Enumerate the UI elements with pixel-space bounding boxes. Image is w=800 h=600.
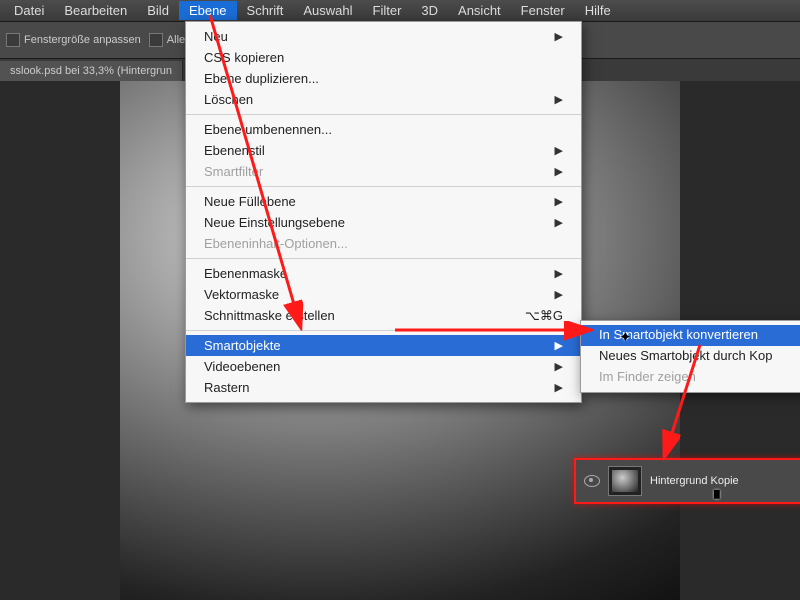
- menu-item[interactable]: Schnittmaske erstellen⌥⌘G: [186, 305, 581, 326]
- shortcut-label: ⌥⌘G: [525, 308, 563, 324]
- option-fit-window-label: Fenstergröße anpassen: [24, 34, 141, 46]
- submenu-arrow-icon: ▶: [555, 165, 563, 178]
- menu-item[interactable]: Vektormaske▶: [186, 284, 581, 305]
- submenu-arrow-icon: ▶: [555, 381, 563, 394]
- menubar: Datei Bearbeiten Bild Ebene Schrift Ausw…: [0, 0, 800, 22]
- visibility-eye-icon[interactable]: [584, 475, 600, 487]
- menu-bild[interactable]: Bild: [137, 1, 179, 20]
- menu-ansicht[interactable]: Ansicht: [448, 1, 511, 20]
- menu-filter[interactable]: Filter: [363, 1, 412, 20]
- layer-row-selected[interactable]: Hintergrund Kopie: [574, 458, 800, 504]
- checkbox-icon: [6, 33, 20, 47]
- menu-item[interactable]: CSS kopieren: [186, 47, 581, 68]
- cursor-icon: ▘: [714, 490, 726, 508]
- submenu-arrow-icon: ▶: [555, 288, 563, 301]
- submenu-arrow-icon: ▶: [555, 93, 563, 106]
- submenu-item[interactable]: In Smartobjekt konvertieren: [581, 325, 800, 346]
- menu-hilfe[interactable]: Hilfe: [575, 1, 621, 20]
- submenu-item: Im Finder zeigen: [581, 367, 800, 388]
- submenu-arrow-icon: ▶: [555, 216, 563, 229]
- menu-item[interactable]: Ebene umbenennen...: [186, 119, 581, 140]
- submenu-arrow-icon: ▶: [555, 267, 563, 280]
- document-tab-title: sslook.psd bei 33,3% (Hintergrun: [10, 65, 172, 77]
- menu-ebene-dropdown: Neu▶CSS kopierenEbene duplizieren...Lösc…: [185, 21, 582, 403]
- submenu-arrow-icon: ▶: [555, 360, 563, 373]
- menu-item: Ebeneninhalt-Optionen...: [186, 233, 581, 254]
- menu-item[interactable]: Ebene duplizieren...: [186, 68, 581, 89]
- submenu-arrow-icon: ▶: [555, 30, 563, 43]
- menu-item[interactable]: Rastern▶: [186, 377, 581, 398]
- menu-fenster[interactable]: Fenster: [511, 1, 575, 20]
- menu-item[interactable]: Löschen▶: [186, 89, 581, 110]
- cursor-icon: ✦: [619, 328, 632, 346]
- menu-ebene[interactable]: Ebene: [179, 1, 237, 20]
- menu-item[interactable]: Ebenenstil▶: [186, 140, 581, 161]
- option-fit-window[interactable]: Fenstergröße anpassen: [6, 33, 141, 47]
- submenu-arrow-icon: ▶: [555, 339, 563, 352]
- submenu-arrow-icon: ▶: [555, 195, 563, 208]
- menu-item[interactable]: Neue Füllebene▶: [186, 191, 581, 212]
- menu-3d[interactable]: 3D: [411, 1, 448, 20]
- menu-auswahl[interactable]: Auswahl: [293, 1, 362, 20]
- menu-datei[interactable]: Datei: [4, 1, 54, 20]
- menu-item[interactable]: Videoebenen▶: [186, 356, 581, 377]
- menu-bearbeiten[interactable]: Bearbeiten: [54, 1, 137, 20]
- submenu-item[interactable]: Neues Smartobjekt durch Kop: [581, 346, 800, 367]
- menu-item[interactable]: Neue Einstellungsebene▶: [186, 212, 581, 233]
- document-tab[interactable]: sslook.psd bei 33,3% (Hintergrun: [0, 61, 183, 81]
- menu-item: Smartfilter▶: [186, 161, 581, 182]
- checkbox-icon: [149, 33, 163, 47]
- submenu-smartobjekte: In Smartobjekt konvertierenNeues Smartob…: [580, 320, 800, 393]
- layer-thumbnail[interactable]: [608, 466, 642, 496]
- layer-name[interactable]: Hintergrund Kopie: [650, 475, 739, 487]
- menu-item[interactable]: Ebenenmaske▶: [186, 263, 581, 284]
- menu-schrift[interactable]: Schrift: [237, 1, 294, 20]
- menu-item[interactable]: Neu▶: [186, 26, 581, 47]
- menu-item[interactable]: Smartobjekte▶: [186, 335, 581, 356]
- submenu-arrow-icon: ▶: [555, 144, 563, 157]
